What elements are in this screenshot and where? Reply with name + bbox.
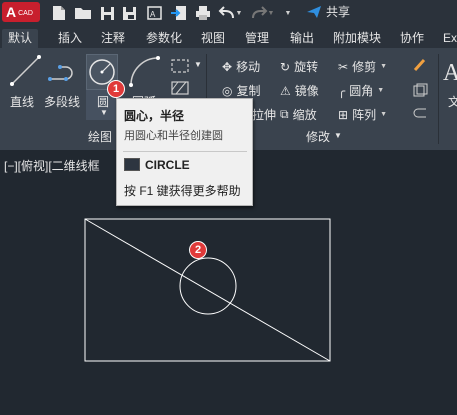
command-icon — [124, 158, 140, 171]
circle-dropdown-icon[interactable]: ▼ — [100, 108, 108, 117]
share-button[interactable]: 共享 — [306, 3, 350, 20]
quick-access-toolbar: A CAD A ▼ ▼ ▼ 共享 — [0, 0, 457, 26]
import-icon[interactable] — [170, 4, 188, 22]
fillet-label: 圆角 — [349, 84, 374, 98]
mirror-label: 镜像 — [294, 84, 319, 98]
fillet-button[interactable]: ╭ 圆角 ▼ — [338, 82, 384, 99]
stretch-button[interactable]: 拉伸 — [252, 106, 276, 123]
offset-icon[interactable] — [412, 106, 428, 122]
tab-output[interactable]: 输出 — [290, 29, 314, 48]
mirror-icon: ⚠ — [280, 83, 291, 98]
redo-dropdown-icon[interactable]: ▼ — [266, 4, 276, 22]
step-badge-2: 2 — [189, 241, 207, 259]
panel-divider — [438, 54, 439, 144]
tooltip-description: 用圆心和半径创建圆 — [124, 130, 223, 142]
erase-icon[interactable] — [412, 57, 428, 73]
move-button[interactable]: ✥ 移动 — [222, 58, 260, 75]
explode-icon[interactable] — [412, 82, 428, 98]
fillet-dropdown-icon[interactable]: ▼ — [377, 87, 384, 94]
tab-manage[interactable]: 管理 — [245, 29, 269, 48]
trim-icon: ✂ — [338, 59, 349, 74]
svg-text:A: A — [443, 60, 457, 86]
open-folder-icon[interactable] — [74, 4, 92, 22]
rotate-button[interactable]: ↻ 旋转 — [280, 58, 318, 75]
line-icon[interactable] — [10, 55, 42, 87]
tooltip-command: CIRCLE — [145, 158, 190, 172]
move-label: 移动 — [236, 60, 261, 74]
hatch-icon[interactable] — [170, 80, 190, 96]
copy-icon: ◎ — [222, 83, 233, 98]
arc-icon[interactable] — [128, 55, 160, 87]
text-icon[interactable]: A — [443, 56, 457, 86]
tab-express[interactable]: Ex — [443, 29, 457, 48]
ribbon-tabs: 默认 插入 注释 参数化 视图 管理 输出 附加模块 协作 Ex — [0, 26, 457, 48]
tooltip-divider — [123, 151, 247, 152]
viewport-controls[interactable]: [−][俯视][二维线框 — [4, 157, 100, 174]
undo-dropdown-icon[interactable]: ▼ — [234, 4, 244, 22]
trim-label: 修剪 — [352, 60, 377, 74]
rotate-label: 旋转 — [294, 60, 319, 74]
save-as-icon[interactable] — [120, 4, 138, 22]
print-icon[interactable] — [194, 4, 212, 22]
app-logo-sub: CAD — [18, 10, 33, 17]
tab-insert[interactable]: 插入 — [58, 29, 82, 48]
draw-panel-title[interactable]: 绘图 — [88, 128, 112, 145]
scale-icon: ⧉ — [280, 107, 289, 121]
open-web-icon[interactable]: A — [146, 4, 164, 22]
line-button-label[interactable]: 直线 — [10, 93, 34, 110]
share-icon — [307, 5, 321, 18]
save-icon[interactable] — [98, 4, 116, 22]
share-label: 共享 — [326, 5, 351, 19]
trim-button[interactable]: ✂ 修剪 ▼ — [338, 58, 387, 75]
tooltip-help: 按 F1 键获得更多帮助 — [124, 184, 241, 198]
array-button[interactable]: ⊞ 阵列 ▼ — [338, 106, 387, 123]
fillet-icon: ╭ — [338, 83, 346, 98]
tab-collaborate[interactable]: 协作 — [400, 29, 424, 48]
rectangle-dropdown-icon[interactable]: ▼ — [194, 60, 202, 69]
svg-text:A: A — [150, 10, 156, 19]
tooltip-title: 圆心，半径 — [124, 109, 185, 123]
text-button-label[interactable]: 文 — [448, 93, 457, 110]
array-dropdown-icon[interactable]: ▼ — [380, 111, 387, 118]
mirror-button[interactable]: ⚠ 镜像 — [280, 82, 319, 99]
array-icon: ⊞ — [338, 107, 349, 122]
circle-tooltip: 圆心，半径 用圆心和半径创建圆 CIRCLE 按 F1 键获得更多帮助 — [116, 98, 253, 206]
modify-panel-title[interactable]: 修改 — [306, 128, 330, 145]
modify-panel-expand-icon[interactable]: ▼ — [334, 131, 342, 140]
array-label: 阵列 — [352, 108, 377, 122]
trim-dropdown-icon[interactable]: ▼ — [380, 63, 387, 70]
step-badge-1: 1 — [107, 80, 125, 98]
move-icon: ✥ — [222, 59, 233, 74]
polyline-icon[interactable] — [48, 57, 80, 87]
rotate-icon: ↻ — [280, 59, 291, 74]
app-logo-letter: A — [6, 4, 17, 20]
scale-label: 缩放 — [292, 108, 317, 122]
tab-addins[interactable]: 附加模块 — [333, 29, 381, 48]
tab-annotate[interactable]: 注释 — [101, 29, 125, 48]
new-file-icon[interactable] — [50, 4, 68, 22]
tab-view[interactable]: 视图 — [201, 29, 225, 48]
diagonal-line — [84, 218, 331, 362]
stretch-label: 拉伸 — [252, 108, 277, 122]
rectangle-icon[interactable] — [170, 58, 190, 74]
circle-shape — [179, 257, 237, 315]
tab-parametric[interactable]: 参数化 — [146, 29, 182, 48]
scale-button[interactable]: ⧉ 缩放 — [280, 106, 317, 123]
polyline-button-label[interactable]: 多段线 — [44, 93, 80, 110]
copy-button[interactable]: ◎ 复制 — [222, 82, 261, 99]
customize-toolbar-icon[interactable]: ▼ — [282, 4, 294, 22]
tab-default[interactable]: 默认 — [2, 29, 39, 48]
app-logo[interactable]: A CAD — [2, 2, 40, 22]
copy-label: 复制 — [236, 84, 261, 98]
